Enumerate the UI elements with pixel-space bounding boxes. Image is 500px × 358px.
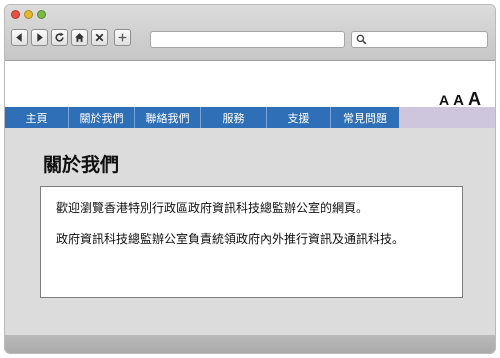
address-bar[interactable] bbox=[150, 31, 345, 48]
menu-item-about-us[interactable]: 關於我們 bbox=[69, 107, 135, 128]
reload-icon bbox=[55, 32, 64, 42]
menu-item-services[interactable]: 服務 bbox=[201, 107, 267, 128]
content-box: 歡迎瀏覽香港特別行政區政府資訊科技總監辦公室的網頁。 政府資訊科技總監辦公室負責… bbox=[40, 186, 463, 298]
browser-window: A A A 主頁 關於我們 聯絡我們 服務 支援 常見問題 關於我們 歡迎瀏覽香… bbox=[4, 4, 496, 354]
menu-item-home[interactable]: 主頁 bbox=[5, 107, 69, 128]
search-bar[interactable] bbox=[351, 31, 488, 48]
close-icon bbox=[95, 33, 104, 42]
back-arrow-icon bbox=[16, 33, 22, 42]
description-paragraph: 政府資訊科技總監辦公室負責統領政府內外推行資訊及通訊科技。 bbox=[56, 232, 405, 246]
menu-item-faq[interactable]: 常見問題 bbox=[331, 107, 399, 128]
forward-button[interactable] bbox=[31, 29, 48, 46]
back-button[interactable] bbox=[11, 29, 28, 46]
intro-paragraph: 歡迎瀏覽香港特別行政區政府資訊科技總監辦公室的網頁。 bbox=[56, 201, 369, 215]
plus-icon bbox=[118, 33, 127, 42]
page-title: 關於我們 bbox=[43, 154, 120, 176]
close-window-button[interactable] bbox=[11, 10, 20, 19]
menu-item-contact-us[interactable]: 聯絡我們 bbox=[135, 107, 201, 128]
home-icon bbox=[75, 33, 84, 42]
minimize-window-button[interactable] bbox=[24, 10, 33, 19]
page-footer bbox=[5, 335, 495, 353]
maximize-window-button[interactable] bbox=[37, 10, 46, 19]
navigation-buttons bbox=[11, 29, 131, 46]
search-icon bbox=[356, 34, 367, 45]
browser-toolbar bbox=[5, 5, 495, 61]
new-tab-button[interactable] bbox=[114, 29, 131, 46]
forward-arrow-icon bbox=[37, 33, 43, 42]
menu-item-support[interactable]: 支援 bbox=[267, 107, 331, 128]
home-button[interactable] bbox=[71, 29, 88, 46]
main-menu-bar: 主頁 關於我們 聯絡我們 服務 支援 常見問題 bbox=[5, 107, 495, 128]
reload-button[interactable] bbox=[51, 29, 68, 46]
stop-button[interactable] bbox=[91, 29, 108, 46]
main-content: 關於我們 歡迎瀏覽香港特別行政區政府資訊科技總監辦公室的網頁。 政府資訊科技總監… bbox=[5, 128, 495, 335]
window-controls bbox=[11, 10, 46, 19]
main-menu: 主頁 關於我們 聯絡我們 服務 支援 常見問題 bbox=[5, 107, 495, 128]
font-size-small-button[interactable]: A bbox=[439, 92, 449, 108]
